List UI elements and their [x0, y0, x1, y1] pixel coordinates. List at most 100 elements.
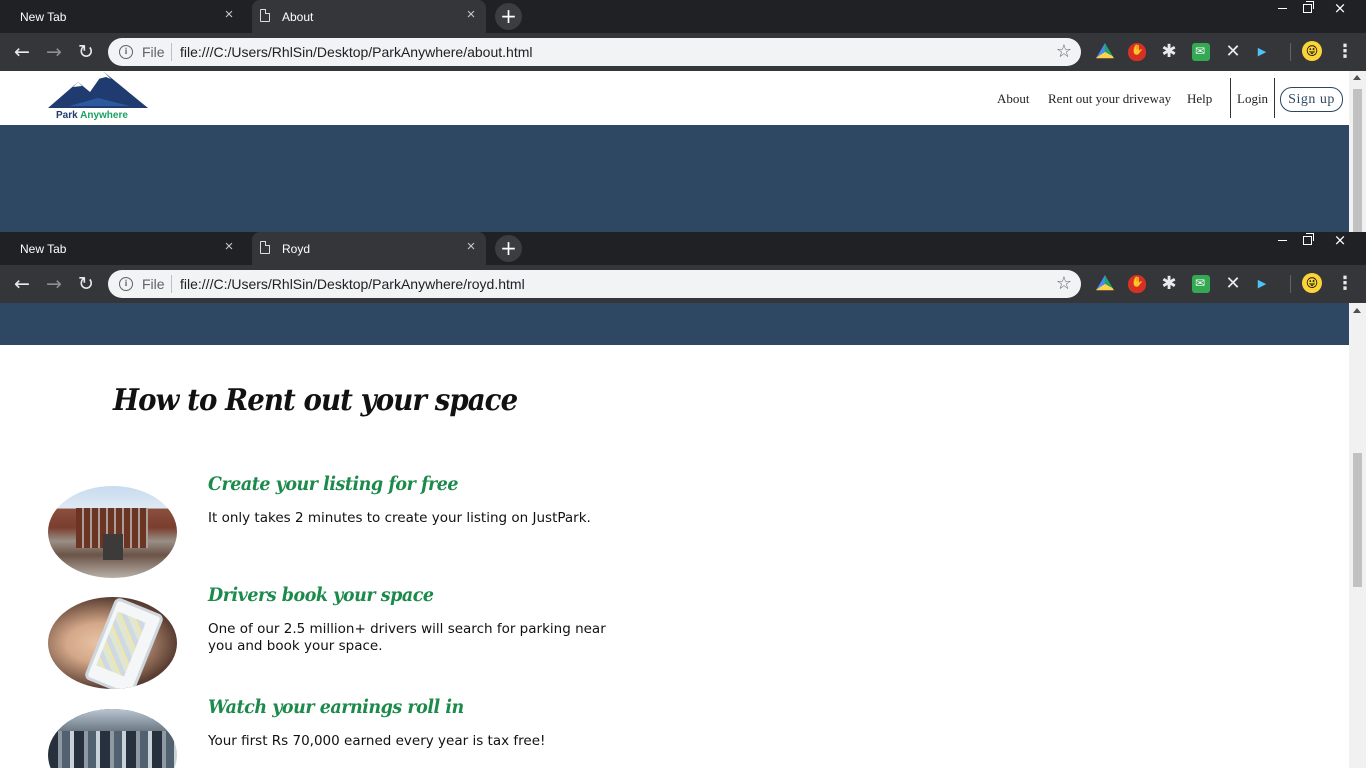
url-scheme: File: [142, 276, 165, 292]
scrollbar-thumb[interactable]: [1353, 89, 1362, 233]
play-extension-icon[interactable]: ▶: [1253, 43, 1271, 61]
scroll-up-arrow-icon[interactable]: [1353, 308, 1361, 313]
close-tab-icon[interactable]: ×: [222, 7, 236, 22]
close-tab-icon[interactable]: ×: [222, 239, 236, 254]
nav-login-link[interactable]: Login: [1237, 91, 1268, 107]
forward-button[interactable]: →: [41, 39, 67, 65]
restore-icon: [1302, 233, 1314, 245]
tab-label: Royd: [282, 242, 311, 256]
site-navbar: Park Anywhere About Rent out your drivew…: [0, 71, 1349, 125]
scroll-up-arrow-icon[interactable]: [1353, 75, 1361, 80]
building-photo: [48, 486, 177, 578]
bookmark-star-icon[interactable]: ☆: [1056, 41, 1072, 62]
signup-button[interactable]: Sign up: [1280, 87, 1343, 112]
window-close-button[interactable]: ×: [1327, 0, 1353, 16]
toolbar-divider: [1290, 275, 1291, 293]
reload-button[interactable]: ↻: [73, 271, 99, 297]
section-title: How to Rent out your space: [113, 383, 518, 418]
tab-label: About: [282, 10, 314, 24]
park-anywhere-logo[interactable]: Park Anywhere: [48, 72, 148, 124]
minimize-icon: [1277, 8, 1287, 9]
mail-checker-extension-icon[interactable]: [1192, 43, 1210, 61]
hero-banner: [0, 125, 1349, 233]
back-button[interactable]: ←: [9, 39, 35, 65]
document-icon: [260, 9, 270, 22]
close-tab-icon[interactable]: ×: [464, 239, 478, 254]
tab-strip: New Tab × About × + ×: [0, 0, 1366, 33]
mountain-logo-icon: [48, 72, 148, 108]
tab-new-tab[interactable]: New Tab ×: [0, 232, 244, 265]
window-close-button[interactable]: ×: [1327, 232, 1353, 248]
tab-label: New Tab: [20, 242, 67, 256]
step-description: Your first Rs 70,000 earned every year i…: [208, 733, 546, 749]
step-drivers-book: Drivers book your space One of our 2.5 m…: [48, 584, 648, 694]
info-icon[interactable]: i: [119, 277, 133, 291]
url-scheme: File: [142, 44, 165, 60]
menu-icon[interactable]: ⋮: [1336, 40, 1354, 64]
tab-royd[interactable]: Royd ×: [252, 232, 486, 265]
tab-about[interactable]: About ×: [252, 0, 486, 33]
royd-page-viewport: How to Rent out your space Create your l…: [0, 303, 1349, 768]
omnibox-divider: [171, 43, 172, 61]
new-tab-button[interactable]: +: [495, 235, 522, 262]
nav-help-link[interactable]: Help: [1187, 91, 1212, 107]
omnibox-divider: [171, 275, 172, 293]
toolbar-divider: [1290, 43, 1291, 61]
page-scrollbar[interactable]: [1349, 303, 1366, 768]
info-icon[interactable]: i: [119, 45, 133, 59]
close-tab-icon[interactable]: ×: [464, 7, 478, 22]
restore-icon: [1302, 1, 1314, 13]
back-button[interactable]: ←: [9, 271, 35, 297]
browser-window-about: New Tab × About × + × ← → ↻ i File file:…: [0, 0, 1366, 233]
step-title: Watch your earnings roll in: [208, 696, 464, 718]
about-page-viewport: Park Anywhere About Rent out your drivew…: [0, 71, 1349, 233]
tab-new-tab[interactable]: New Tab ×: [0, 0, 244, 33]
adblock-extension-icon[interactable]: [1128, 43, 1146, 61]
phone-map-photo: [48, 597, 177, 689]
document-icon: [260, 241, 270, 254]
step-description: One of our 2.5 million+ drivers will sea…: [208, 621, 606, 654]
minimize-button[interactable]: [1269, 232, 1295, 248]
play-extension-icon[interactable]: ▶: [1253, 275, 1271, 293]
page-scrollbar[interactable]: [1349, 71, 1366, 233]
address-bar[interactable]: i File file:///C:/Users/RhlSin/Desktop/P…: [108, 38, 1081, 66]
step-title: Drivers book your space: [208, 584, 434, 606]
bookmark-star-icon[interactable]: ☆: [1056, 273, 1072, 294]
tab-strip: New Tab × Royd × + ×: [0, 232, 1366, 265]
google-drive-extension-icon[interactable]: [1096, 275, 1114, 291]
step-title: Create your listing for free: [208, 473, 459, 495]
puzzle-extension-icon[interactable]: ✱: [1160, 275, 1178, 293]
address-bar[interactable]: i File file:///C:/Users/RhlSin/Desktop/P…: [108, 270, 1081, 298]
nav-divider: [1230, 78, 1231, 118]
google-drive-extension-icon[interactable]: [1096, 43, 1114, 59]
step-description: It only takes 2 minutes to create your l…: [208, 510, 591, 526]
logo-wordmark: Park Anywhere: [56, 110, 128, 121]
nav-about-link[interactable]: About: [997, 91, 1030, 107]
url-text[interactable]: file:///C:/Users/RhlSin/Desktop/ParkAnyw…: [180, 44, 532, 60]
tab-label: New Tab: [20, 10, 67, 24]
adblock-extension-icon[interactable]: [1128, 275, 1146, 293]
reload-button[interactable]: ↻: [73, 39, 99, 65]
mail-checker-extension-icon[interactable]: [1192, 275, 1210, 293]
menu-icon[interactable]: ⋮: [1336, 272, 1354, 296]
step-create-listing: Create your listing for free It only tak…: [48, 473, 648, 583]
profile-avatar[interactable]: 😜: [1302, 273, 1322, 293]
profile-avatar[interactable]: 😜: [1302, 41, 1322, 61]
new-tab-button[interactable]: +: [495, 3, 522, 30]
puzzle-extension-icon[interactable]: ✱: [1160, 43, 1178, 61]
step-earnings: Watch your earnings roll in Your first R…: [48, 696, 648, 768]
restore-button[interactable]: [1294, 232, 1320, 248]
browser-toolbar: ← → ↻ i File file:///C:/Users/RhlSin/Des…: [0, 33, 1366, 71]
scrollbar-thumb[interactable]: [1353, 453, 1362, 587]
restore-button[interactable]: [1294, 0, 1320, 16]
x-extension-icon[interactable]: ✕: [1224, 43, 1242, 61]
minimize-button[interactable]: [1269, 0, 1295, 16]
parking-lot-photo: [48, 709, 177, 768]
nav-rent-link[interactable]: Rent out your driveway: [1048, 91, 1171, 107]
x-extension-icon[interactable]: ✕: [1224, 275, 1242, 293]
forward-button[interactable]: →: [41, 271, 67, 297]
nav-divider: [1274, 78, 1275, 118]
header-band: [0, 303, 1349, 345]
browser-toolbar: ← → ↻ i File file:///C:/Users/RhlSin/Des…: [0, 265, 1366, 303]
url-text[interactable]: file:///C:/Users/RhlSin/Desktop/ParkAnyw…: [180, 276, 525, 292]
